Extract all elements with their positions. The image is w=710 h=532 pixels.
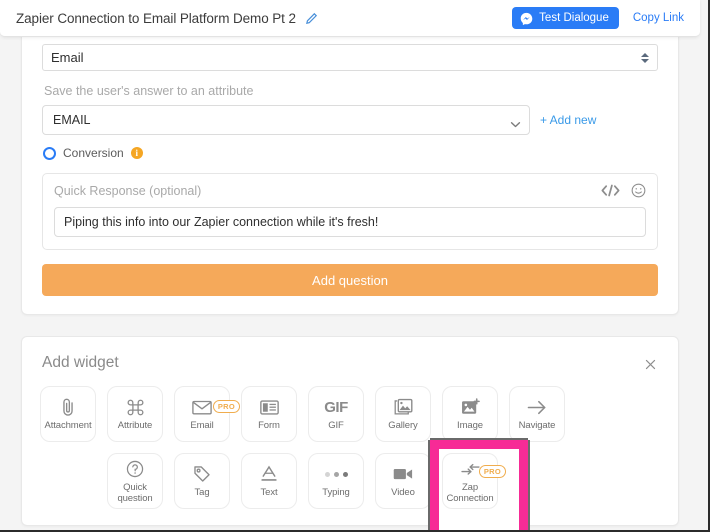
quick-response-box: Quick Response (optional) Piping this in… xyxy=(42,173,658,250)
text-icon xyxy=(260,463,278,485)
gallery-icon xyxy=(394,396,413,418)
command-icon xyxy=(126,396,145,418)
zap-connection-highlight: PRO Zap Connection xyxy=(430,440,528,530)
widget-label: Video xyxy=(391,487,415,499)
widget-tile-attachment[interactable]: Attachment xyxy=(40,386,96,442)
page-header: Zapier Connection to Email Platform Demo… xyxy=(0,0,700,37)
info-icon[interactable]: i xyxy=(130,147,143,159)
code-icon[interactable] xyxy=(601,184,620,197)
widget-tile-text[interactable]: Text xyxy=(241,453,297,509)
conversion-row: Conversion i xyxy=(43,146,658,160)
widget-tile-image[interactable]: Image xyxy=(442,386,498,442)
attribute-select-value: EMAIL xyxy=(53,113,91,127)
widget-label: Tag xyxy=(194,487,210,499)
widget-label: GIF xyxy=(328,420,344,432)
widget-label: Text xyxy=(260,487,278,499)
widget-tile-gallery[interactable]: Gallery xyxy=(375,386,431,442)
widget-label: Email xyxy=(190,420,214,432)
add-widget-card: Add widget Attachment Attribute PRO Emai… xyxy=(21,336,679,530)
attribute-section-label: Save the user's answer to an attribute xyxy=(44,84,254,98)
zap-connection-icon xyxy=(460,458,481,480)
gif-icon: GIF xyxy=(324,396,348,418)
question-type-value: Email xyxy=(51,50,84,65)
smiley-icon[interactable] xyxy=(631,183,646,198)
app-window: Zapier Connection to Email Platform Demo… xyxy=(0,0,710,532)
image-icon xyxy=(461,396,480,418)
conversion-radio[interactable] xyxy=(43,146,56,160)
widget-label: Gallery xyxy=(388,420,418,432)
widget-label: Form xyxy=(258,420,280,432)
video-camera-icon xyxy=(393,463,413,485)
widget-label: Attribute xyxy=(117,420,153,432)
test-dialogue-label: Test Dialogue xyxy=(539,12,609,24)
question-editor-card: Email Save the user's answer to an attri… xyxy=(21,27,679,315)
select-spinner-icon xyxy=(641,52,649,63)
add-new-attribute-button[interactable]: + Add new xyxy=(540,113,596,127)
widget-tile-video[interactable]: Video xyxy=(375,453,431,509)
widget-tile-zap-connection[interactable]: PRO Zap Connection xyxy=(442,453,506,509)
quick-response-input[interactable]: Piping this info into our Zapier connect… xyxy=(54,207,646,237)
typing-dots-icon xyxy=(324,463,348,485)
page-title: Zapier Connection to Email Platform Demo… xyxy=(16,10,296,26)
widget-row-2: Quick question Tag Text Typing Video PRO… xyxy=(107,440,660,530)
paperclip-icon xyxy=(59,396,77,418)
question-circle-icon xyxy=(126,458,144,480)
widget-row-1: Attachment Attribute PRO Email Form GIF … xyxy=(40,386,660,442)
form-icon xyxy=(259,396,279,418)
copy-link-button[interactable]: Copy Link xyxy=(633,12,684,24)
test-dialogue-button[interactable]: Test Dialogue xyxy=(512,7,619,29)
widget-label: Image xyxy=(457,420,483,432)
widget-tile-quick-question[interactable]: Quick question xyxy=(107,453,163,509)
pro-badge: PRO xyxy=(212,400,240,413)
quick-response-header: Quick Response (optional) xyxy=(54,183,646,198)
quick-response-value: Piping this info into our Zapier connect… xyxy=(64,215,379,229)
quick-response-title: Quick Response (optional) xyxy=(54,183,202,198)
chevron-down-icon xyxy=(510,117,521,128)
widget-tile-tag[interactable]: Tag xyxy=(174,453,230,509)
widget-tile-typing[interactable]: Typing xyxy=(308,453,364,509)
attribute-select[interactable]: EMAIL xyxy=(42,105,530,135)
pro-badge: PRO xyxy=(478,465,506,478)
widget-label: Attachment xyxy=(44,420,92,432)
gif-glyph: GIF xyxy=(324,398,348,416)
arrow-right-icon xyxy=(527,396,547,418)
question-type-select[interactable]: Email xyxy=(42,44,658,71)
add-widget-title: Add widget xyxy=(42,354,119,371)
conversion-label: Conversion xyxy=(63,146,124,160)
close-icon[interactable] xyxy=(642,356,658,372)
envelope-icon xyxy=(192,396,212,418)
messenger-icon xyxy=(520,12,533,25)
add-widget-header: Add widget xyxy=(40,354,660,372)
tag-icon xyxy=(193,463,211,485)
widget-tile-gif[interactable]: GIF GIF xyxy=(308,386,364,442)
widget-label: Navigate xyxy=(518,420,556,432)
widget-tile-email[interactable]: PRO Email xyxy=(174,386,240,442)
attribute-row: EMAIL + Add new xyxy=(42,105,658,135)
widget-tile-navigate[interactable]: Navigate xyxy=(509,386,565,442)
scroll-body: Email Save the user's answer to an attri… xyxy=(0,27,700,530)
widget-label: Zap Connection xyxy=(446,482,494,504)
widget-label: Typing xyxy=(322,487,350,499)
add-question-button[interactable]: Add question xyxy=(42,264,658,296)
widget-tile-attribute[interactable]: Attribute xyxy=(107,386,163,442)
pencil-icon[interactable] xyxy=(305,11,319,25)
widget-tile-form[interactable]: Form xyxy=(241,386,297,442)
widget-label: Quick question xyxy=(117,482,153,504)
